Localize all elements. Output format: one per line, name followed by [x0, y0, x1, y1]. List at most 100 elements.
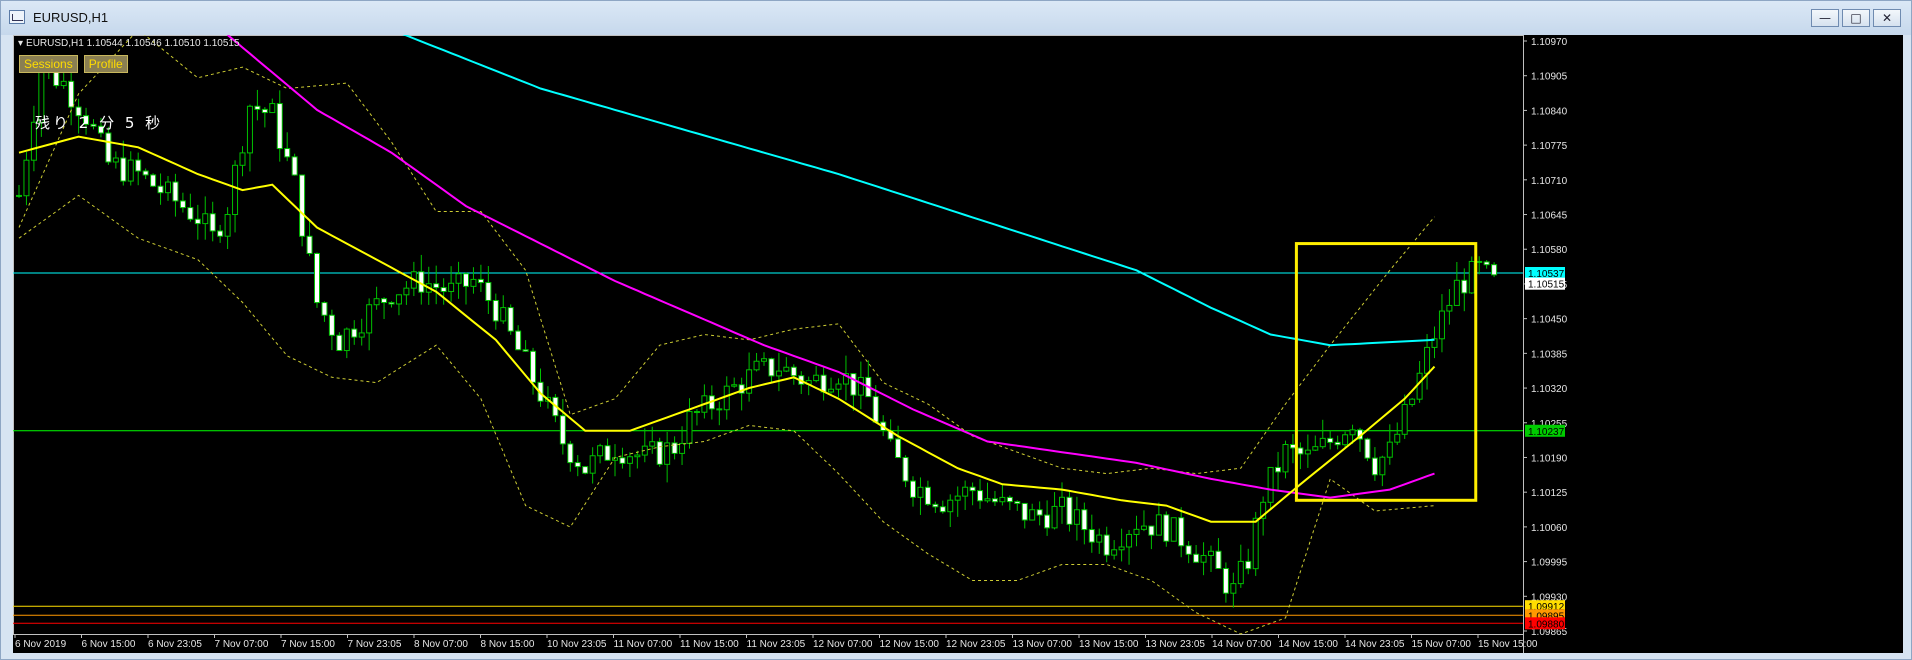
candle-body-172: [1297, 447, 1304, 455]
x-tick-label-4: 7 Nov 15:00: [281, 639, 335, 650]
candle-body-22: [179, 200, 186, 209]
candle-body-61: [470, 278, 477, 287]
x-tick-label-20: 14 Nov 23:05: [1345, 639, 1405, 650]
y-tick-label-9: 1.10385: [1531, 349, 1568, 360]
candle-body-165: [1245, 560, 1252, 570]
candle-body-103: [783, 366, 790, 372]
candle-body-121: [917, 486, 924, 498]
candle-body-186: [1401, 403, 1408, 435]
candle-body-126: [954, 495, 961, 501]
candle-body-115: [872, 396, 879, 423]
candle-body-162: [1222, 568, 1229, 594]
x-tick-label-11: 11 Nov 23:05: [747, 639, 806, 650]
candle-body-48: [373, 298, 380, 306]
highlight-box: [1294, 242, 1478, 502]
candle-body-192: [1446, 304, 1453, 312]
price-label-5: 1.09880: [1528, 619, 1565, 630]
dropdown-triangle-icon[interactable]: ▾: [18, 38, 23, 49]
candle-body-60: [463, 273, 469, 287]
candle-body-136: [1029, 509, 1036, 521]
candle-body-195: [1468, 260, 1475, 294]
candle-body-108: [820, 374, 827, 393]
candle-body-178: [1342, 434, 1349, 446]
y-tick-label-8: 1.10450: [1531, 315, 1568, 326]
maximize-button[interactable]: □: [1842, 9, 1870, 27]
candle-body-62: [477, 278, 484, 284]
candle-body-23: [187, 207, 194, 220]
minimize-button[interactable]: —: [1811, 9, 1839, 27]
candle-body-124: [939, 506, 946, 513]
candle-body-112: [850, 373, 857, 396]
window-titlebar[interactable]: EURUSD,H1 — □ ✕: [1, 1, 1911, 35]
candle-body-40: [314, 252, 320, 304]
price-chart[interactable]: 1.10970 1.10905 1.10840 1.10775 1.10710 1.106…: [13, 35, 1903, 653]
x-tick-label-17: 13 Nov 23:05: [1146, 639, 1206, 650]
candle-body-77: [589, 455, 596, 474]
candle-body-43: [336, 334, 343, 352]
candle-body-1: [23, 159, 30, 197]
candle-body-42: [328, 314, 335, 336]
candle-body-196: [1476, 260, 1483, 263]
candle-body-68: [522, 349, 529, 352]
candle-body-31: [246, 105, 253, 154]
candle-body-102: [775, 370, 782, 377]
x-tick-label-0: 6 Nov 2019: [15, 639, 67, 650]
x-tick-label-21: 15 Nov 07:00: [1412, 639, 1472, 650]
candle-body-86: [656, 441, 663, 465]
candle-body-142: [1073, 509, 1080, 525]
profile-button[interactable]: Profile: [83, 55, 128, 73]
candle-body-123: [932, 503, 939, 508]
x-tick-label-8: 10 Nov 23:05: [547, 639, 607, 650]
candle-body-147: [1111, 549, 1118, 556]
candle-body-188: [1416, 372, 1423, 400]
candle-body-191: [1438, 310, 1445, 340]
y-tick-label-1: 1.10905: [1531, 72, 1568, 83]
candle-body-24: [194, 218, 201, 225]
candle-body-14: [120, 157, 127, 182]
x-tick-label-14: 12 Nov 23:05: [946, 639, 1006, 650]
chart-area[interactable]: 1.10970 1.10905 1.10840 1.10775 1.10710 1.106…: [13, 35, 1903, 653]
y-tick-label-6: 1.10580: [1531, 245, 1568, 256]
candle-body-119: [902, 457, 909, 482]
candle-body-17: [142, 170, 149, 176]
x-tick-label-16: 13 Nov 15:00: [1079, 639, 1139, 650]
candle-body-78: [597, 445, 604, 457]
candle-body-29: [232, 164, 239, 216]
candle-body-63: [485, 282, 492, 301]
x-tick-label-9: 11 Nov 07:00: [614, 639, 673, 650]
candle-body-149: [1126, 533, 1133, 548]
candle-body-157: [1185, 545, 1192, 555]
candle-body-83: [634, 454, 641, 458]
x-tick-label-6: 8 Nov 07:00: [414, 639, 468, 650]
y-tick-label-10: 1.10320: [1531, 384, 1568, 395]
candle-body-57: [440, 287, 447, 293]
candle-body-140: [1059, 496, 1065, 507]
candle-body-85: [649, 441, 656, 447]
symbol-info: ▾ EURUSD,H1 1.10544 1.10546 1.10510 1.105…: [18, 38, 240, 49]
candle-body-50: [388, 302, 395, 305]
candle-body-173: [1304, 449, 1311, 455]
candle-body-18: [150, 174, 157, 187]
candle-body-171: [1289, 444, 1296, 449]
candle-body-64: [492, 299, 499, 322]
candle-body-95: [723, 385, 730, 411]
candle-body-159: [1200, 554, 1207, 563]
y-tick-label-0: 1.10970: [1531, 37, 1568, 48]
candle-body-20: [165, 181, 171, 194]
x-tick-label-15: 13 Nov 07:00: [1013, 639, 1073, 650]
candle-body-182: [1371, 457, 1378, 476]
candle-body-74: [567, 443, 574, 464]
candle-body-198: [1491, 264, 1498, 276]
candle-body-127: [962, 486, 969, 497]
candle-body-169: [1275, 466, 1282, 473]
candle-body-81: [619, 457, 626, 464]
candle-body-33: [261, 108, 268, 114]
y-tick-label-3: 1.10775: [1531, 141, 1568, 152]
x-tick-label-7: 8 Nov 15:00: [481, 639, 535, 650]
close-button[interactable]: ✕: [1873, 9, 1901, 27]
candle-body-155: [1170, 517, 1177, 542]
sessions-button[interactable]: Sessions: [19, 55, 78, 73]
candle-body-109: [828, 388, 835, 393]
y-tick-label-5: 1.10645: [1531, 211, 1568, 222]
candle-body-143: [1081, 509, 1088, 531]
